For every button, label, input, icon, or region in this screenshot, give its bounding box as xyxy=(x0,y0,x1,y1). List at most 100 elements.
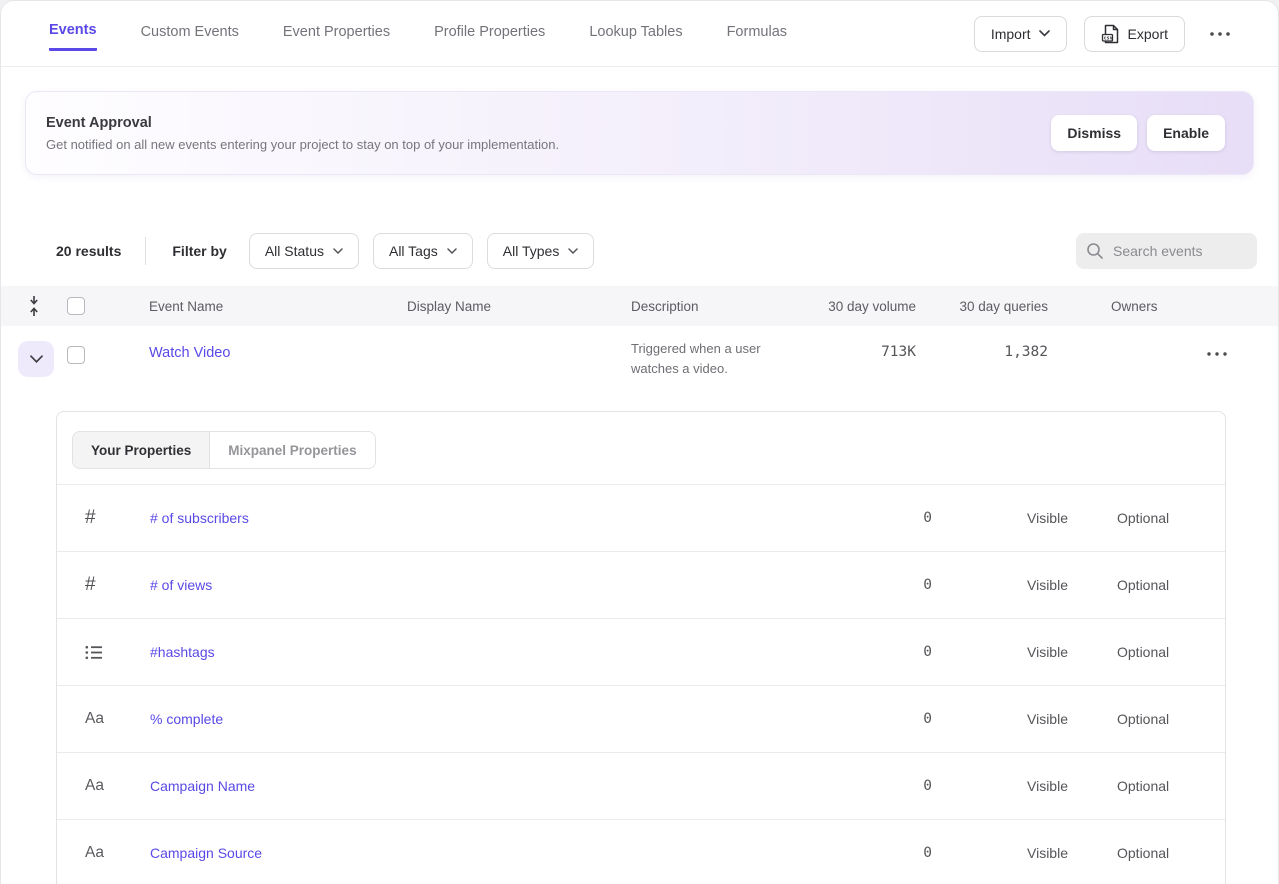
nav-tabs: Events Custom Events Event Properties Pr… xyxy=(49,16,787,51)
property-type-cell: # xyxy=(57,507,150,529)
events-table-header: Event Name Display Name Description 30 d… xyxy=(1,286,1278,326)
number-type-icon: # xyxy=(85,507,96,529)
property-count: 0 xyxy=(832,845,932,861)
property-count: 0 xyxy=(832,711,932,727)
property-name-link[interactable]: # of views xyxy=(150,577,832,593)
row-select-cell xyxy=(67,339,111,364)
status-filter-label: All Status xyxy=(265,243,324,259)
property-requirement: Optional xyxy=(1095,644,1225,660)
property-type-cell xyxy=(57,645,150,660)
tab-events[interactable]: Events xyxy=(49,16,97,51)
enable-button[interactable]: Enable xyxy=(1147,115,1225,151)
banner-title: Event Approval xyxy=(46,115,559,131)
property-row: Aa Campaign Name 0 Visible Optional xyxy=(57,752,1225,819)
results-count: 20 results xyxy=(56,243,121,259)
csv-file-icon: csv xyxy=(1101,24,1120,44)
tab-custom-events[interactable]: Custom Events xyxy=(141,18,239,50)
export-button-label: Export xyxy=(1128,26,1168,42)
list-type-icon xyxy=(85,645,103,660)
tab-lookup-tables-label: Lookup Tables xyxy=(589,24,682,50)
text-type-icon: Aa xyxy=(85,710,104,728)
property-name-link[interactable]: Campaign Name xyxy=(150,778,832,794)
property-type-cell: Aa xyxy=(57,710,150,728)
event-row-watch-video: Watch Video Triggered when a user watche… xyxy=(1,326,1278,396)
property-row: # # of views 0 Visible Optional xyxy=(57,551,1225,618)
chevron-down-icon xyxy=(1039,30,1050,37)
text-type-icon: Aa xyxy=(85,844,104,862)
number-type-icon: # xyxy=(85,574,96,596)
property-name-link[interactable]: #hashtags xyxy=(150,644,832,660)
property-visibility: Visible xyxy=(932,778,1095,794)
collapse-all-icon xyxy=(27,295,41,317)
import-button[interactable]: Import xyxy=(974,16,1067,52)
select-all-checkbox[interactable] xyxy=(67,297,85,315)
event-description: Triggered when a user watches a video. xyxy=(621,339,781,379)
tags-filter-label: All Tags xyxy=(389,243,438,259)
tab-lookup-tables[interactable]: Lookup Tables xyxy=(589,18,682,50)
property-visibility: Visible xyxy=(932,510,1095,526)
collapse-all-cell[interactable] xyxy=(1,295,67,317)
header-owners: Owners xyxy=(1051,299,1278,314)
property-visibility: Visible xyxy=(932,845,1095,861)
tab-custom-events-label: Custom Events xyxy=(141,24,239,50)
chevron-down-icon xyxy=(30,355,43,363)
property-count: 0 xyxy=(832,577,932,593)
property-type-cell: # xyxy=(57,574,150,596)
filter-by-label: Filter by xyxy=(172,243,226,259)
property-requirement: Optional xyxy=(1095,711,1225,727)
tab-formulas[interactable]: Formulas xyxy=(727,18,787,50)
property-requirement: Optional xyxy=(1095,510,1225,526)
banner-description: Get notified on all new events entering … xyxy=(46,137,559,152)
event-actions-cell xyxy=(1051,339,1278,361)
ellipsis-icon xyxy=(1206,351,1228,357)
collapse-row-button[interactable] xyxy=(18,341,54,377)
property-row: Aa Campaign Source 0 Visible Optional xyxy=(57,819,1225,884)
properties-tabs-wrap: Your Properties Mixpanel Properties xyxy=(57,412,1225,484)
import-button-label: Import xyxy=(991,26,1031,42)
tab-profile-properties[interactable]: Profile Properties xyxy=(434,18,545,50)
property-count: 0 xyxy=(832,510,932,526)
tab-event-properties[interactable]: Event Properties xyxy=(283,18,390,50)
property-requirement: Optional xyxy=(1095,577,1225,593)
dismiss-button[interactable]: Dismiss xyxy=(1051,115,1137,151)
banner-text: Event Approval Get notified on all new e… xyxy=(46,115,559,152)
nav-more-button[interactable] xyxy=(1202,27,1238,41)
status-filter-dropdown[interactable]: All Status xyxy=(249,233,359,269)
tags-filter-dropdown[interactable]: All Tags xyxy=(373,233,473,269)
tab-formulas-label: Formulas xyxy=(727,24,787,50)
chevron-down-icon xyxy=(447,248,457,254)
tab-your-properties[interactable]: Your Properties xyxy=(73,432,210,468)
property-visibility: Visible xyxy=(932,577,1095,593)
search-icon xyxy=(1086,242,1104,260)
property-name-link[interactable]: # of subscribers xyxy=(150,510,832,526)
row-more-button[interactable] xyxy=(1200,347,1234,361)
text-type-icon: Aa xyxy=(85,777,104,795)
banner-actions: Dismiss Enable xyxy=(1051,115,1225,151)
svg-text:csv: csv xyxy=(1103,36,1112,41)
search-input[interactable] xyxy=(1113,243,1243,259)
export-button[interactable]: csv Export xyxy=(1084,16,1185,52)
tab-mixpanel-properties[interactable]: Mixpanel Properties xyxy=(210,432,374,468)
property-name-link[interactable]: % complete xyxy=(150,711,832,727)
types-filter-label: All Types xyxy=(503,243,560,259)
header-30-day-queries: 30 day queries xyxy=(916,299,1051,314)
property-row: # # of subscribers 0 Visible Optional xyxy=(57,484,1225,551)
ellipsis-icon xyxy=(1208,31,1232,37)
divider xyxy=(145,237,146,265)
property-requirement: Optional xyxy=(1095,778,1225,794)
property-name-link[interactable]: Campaign Source xyxy=(150,845,832,861)
chevron-down-icon xyxy=(568,248,578,254)
event-name-link[interactable]: Watch Video xyxy=(111,339,401,361)
filter-bar: 20 results Filter by All Status All Tags… xyxy=(56,233,1257,269)
property-count: 0 xyxy=(832,644,932,660)
property-type-cell: Aa xyxy=(57,844,150,862)
header-event-name: Event Name xyxy=(111,299,401,314)
property-row: #hashtags 0 Visible Optional xyxy=(57,618,1225,685)
lexicon-page: Events Custom Events Event Properties Pr… xyxy=(0,0,1279,884)
event-30-day-queries: 1,382 xyxy=(916,339,1051,360)
header-description: Description xyxy=(621,299,816,314)
property-requirement: Optional xyxy=(1095,845,1225,861)
types-filter-dropdown[interactable]: All Types xyxy=(487,233,595,269)
row-checkbox[interactable] xyxy=(67,346,85,364)
property-type-cell: Aa xyxy=(57,777,150,795)
